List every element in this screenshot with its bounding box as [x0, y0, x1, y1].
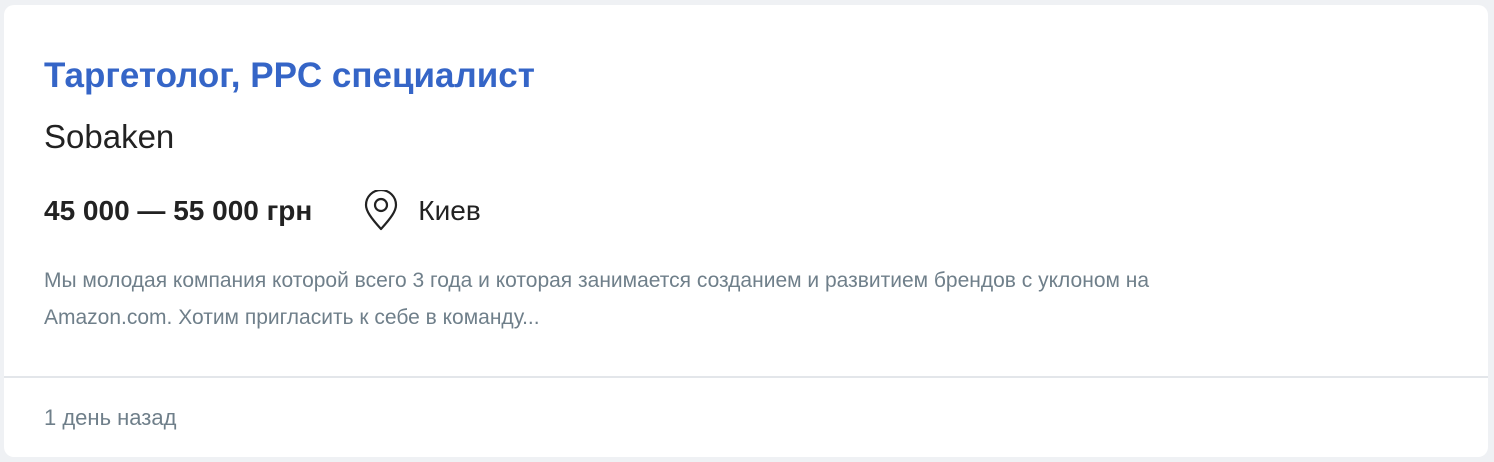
- job-description: Мы молодая компания которой всего 3 года…: [44, 269, 1150, 329]
- map-pin-icon: [362, 188, 400, 232]
- job-title-link[interactable]: Таргетолог, PPC специалист: [44, 55, 535, 97]
- posted-time: 1 день назад: [44, 404, 177, 430]
- vacancy-meta: 45 000 — 55 000 грн Киев: [44, 186, 481, 236]
- company-name[interactable]: Sobaken: [44, 117, 174, 157]
- card-footer: 1 день назад: [44, 378, 176, 457]
- card-divider: [4, 376, 1488, 378]
- location: Киев: [362, 188, 481, 232]
- city-name: Киев: [418, 195, 481, 226]
- vacancy-card[interactable]: Таргетолог, PPC специалист Sobaken 45 00…: [4, 5, 1488, 457]
- salary-range: 45 000 — 55 000 грн: [44, 195, 313, 226]
